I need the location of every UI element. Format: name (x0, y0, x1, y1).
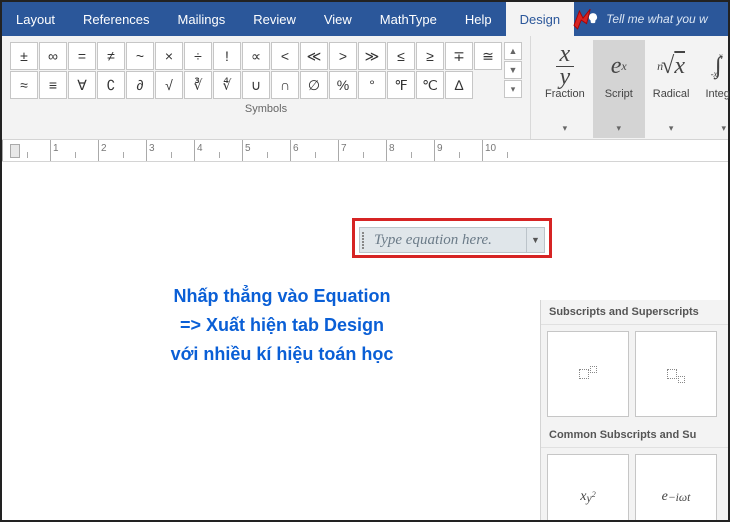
annotation-text: Nhấp thẳng vào Equation => Xuất hiện tab… (102, 282, 462, 368)
horizontal-ruler[interactable]: 12345678910 (2, 140, 728, 162)
tab-mathtype[interactable]: MathType (366, 2, 451, 36)
gallery-section-subsup: Subscripts and Superscripts (541, 300, 728, 325)
symbols-scroll-up[interactable]: ▲ (504, 42, 522, 60)
ruler-tick: 5 (242, 140, 290, 162)
chevron-down-icon: ▾ (669, 123, 674, 134)
symbol-cell[interactable]: ± (10, 42, 38, 70)
tab-help[interactable]: Help (451, 2, 506, 36)
symbol-cell[interactable]: ∁ (97, 71, 125, 99)
ruler-tick (2, 140, 50, 162)
structure-icon: ∫x-x (706, 44, 730, 88)
symbol-cell[interactable]: ∪ (242, 71, 270, 99)
document-area: Type equation here. ▼ Nhấp thẳng vào Equ… (2, 162, 728, 520)
symbol-cell[interactable]: < (271, 42, 299, 70)
equation-placeholder-box[interactable]: Type equation here. ▼ (359, 227, 545, 253)
chevron-down-icon: ▾ (616, 123, 621, 134)
tab-view[interactable]: View (310, 2, 366, 36)
symbol-cell[interactable]: ∩ (271, 71, 299, 99)
annotation-line-3: với nhiều kí hiệu toán học (102, 340, 462, 369)
ruler-tick: 2 (98, 140, 146, 162)
gallery-item-xy2[interactable]: xy2 (547, 454, 629, 520)
symbol-cell[interactable]: ≪ (300, 42, 328, 70)
symbol-cell[interactable]: ∅ (300, 71, 328, 99)
structure-label: Integral (705, 88, 730, 100)
equation-callout-border: Type equation here. ▼ (352, 218, 552, 258)
annotation-line-2: => Xuất hiện tab Design (102, 311, 462, 340)
symbols-scroll: ▲ ▼ ▾ (504, 42, 522, 99)
tab-layout[interactable]: Layout (2, 2, 69, 36)
symbols-group: ±∞=≠~×÷!∝<≪>≫≤≥∓≅≈≡∀∁∂√∛∜∪∩∅%°℉℃∆ ▲ ▼ ▾ … (2, 36, 531, 139)
symbol-cell[interactable]: ≥ (416, 42, 444, 70)
symbol-cell[interactable]: ∛ (184, 71, 212, 99)
structures-group: xyFraction▾exScript▾n√xRadical▾∫x-xInteg… (531, 36, 730, 139)
symbol-cell[interactable]: ∀ (68, 71, 96, 99)
symbol-cell[interactable]: ≤ (387, 42, 415, 70)
symbol-cell[interactable]: ℃ (416, 71, 444, 99)
symbol-cell[interactable]: = (68, 42, 96, 70)
ruler-tick: 7 (338, 140, 386, 162)
symbol-cell[interactable]: % (329, 71, 357, 99)
gallery-section-common: Common Subscripts and Su (541, 423, 728, 448)
symbol-cell[interactable]: > (329, 42, 357, 70)
symbol-cell[interactable]: ℉ (387, 71, 415, 99)
tab-mailings[interactable]: Mailings (164, 2, 240, 36)
equation-placeholder-text[interactable]: Type equation here. (370, 232, 526, 249)
symbol-cell[interactable]: × (155, 42, 183, 70)
structure-label: Script (605, 88, 633, 100)
chevron-down-icon: ▾ (722, 123, 727, 134)
lightbulb-icon (586, 12, 600, 26)
annotation-line-1: Nhấp thẳng vào Equation (102, 282, 462, 311)
structure-icon: ex (601, 44, 637, 88)
symbol-cell[interactable]: ≫ (358, 42, 386, 70)
gallery-item-superscript[interactable] (547, 331, 629, 417)
equation-options-dropdown[interactable]: ▼ (526, 228, 544, 252)
symbol-cell[interactable]: ≅ (474, 42, 502, 70)
symbol-cell[interactable]: ÷ (184, 42, 212, 70)
symbol-cell[interactable]: ∝ (242, 42, 270, 70)
gallery-item-eiwt[interactable]: e−iωt (635, 454, 717, 520)
structure-label: Fraction (545, 88, 585, 100)
chevron-down-icon: ▾ (563, 123, 568, 134)
ruler-tick: 9 (434, 140, 482, 162)
structure-radical[interactable]: n√xRadical ▾ (645, 40, 698, 138)
tell-me-search[interactable]: Tell me what you w (574, 12, 708, 26)
ruler-tick: 8 (386, 140, 434, 162)
tab-references[interactable]: References (69, 2, 163, 36)
symbols-group-label: Symbols (245, 103, 287, 115)
symbol-cell[interactable]: ∂ (126, 71, 154, 99)
structure-integral[interactable]: ∫x-xIntegral ▾ (697, 40, 730, 138)
symbol-cell[interactable]: ~ (126, 42, 154, 70)
ruler-tick: 10 (482, 140, 530, 162)
symbol-cell[interactable]: ≡ (39, 71, 67, 99)
ribbon-body: ±∞=≠~×÷!∝<≪>≫≤≥∓≅≈≡∀∁∂√∛∜∪∩∅%°℉℃∆ ▲ ▼ ▾ … (2, 36, 728, 140)
tab-design[interactable]: Design (506, 2, 574, 36)
symbol-cell[interactable]: ° (358, 71, 386, 99)
structure-icon: xy (547, 44, 583, 88)
ruler-tick: 6 (290, 140, 338, 162)
symbols-grid: ±∞=≠~×÷!∝<≪>≫≤≥∓≅ ≈≡∀∁∂√∛∜∪∩∅%°℉℃∆ (10, 42, 502, 99)
ruler-tick: 3 (146, 140, 194, 162)
symbol-cell[interactable]: ∓ (445, 42, 473, 70)
symbol-cell[interactable]: ≠ (97, 42, 125, 70)
symbol-cell[interactable]: ∞ (39, 42, 67, 70)
ruler-tick: 4 (194, 140, 242, 162)
script-gallery-dropdown: Subscripts and Superscripts Common Subsc… (540, 300, 728, 520)
symbol-cell[interactable]: ∆ (445, 71, 473, 99)
symbol-cell[interactable]: ≈ (10, 71, 38, 99)
gallery-item-subscript[interactable] (635, 331, 717, 417)
structure-label: Radical (653, 88, 690, 100)
structure-script[interactable]: exScript ▾ (593, 40, 645, 138)
tab-review[interactable]: Review (239, 2, 310, 36)
ribbon-tabs: LayoutReferencesMailingsReviewViewMathTy… (2, 2, 728, 36)
symbols-scroll-more[interactable]: ▾ (504, 80, 522, 98)
symbol-cell[interactable]: √ (155, 71, 183, 99)
structure-icon: n√x (653, 44, 689, 88)
equation-move-handle[interactable] (360, 228, 370, 252)
symbols-scroll-down[interactable]: ▼ (504, 61, 522, 79)
structure-fraction[interactable]: xyFraction ▾ (537, 40, 593, 138)
symbol-cell[interactable]: ∜ (213, 71, 241, 99)
symbol-cell[interactable]: ! (213, 42, 241, 70)
ruler-tick: 1 (50, 140, 98, 162)
